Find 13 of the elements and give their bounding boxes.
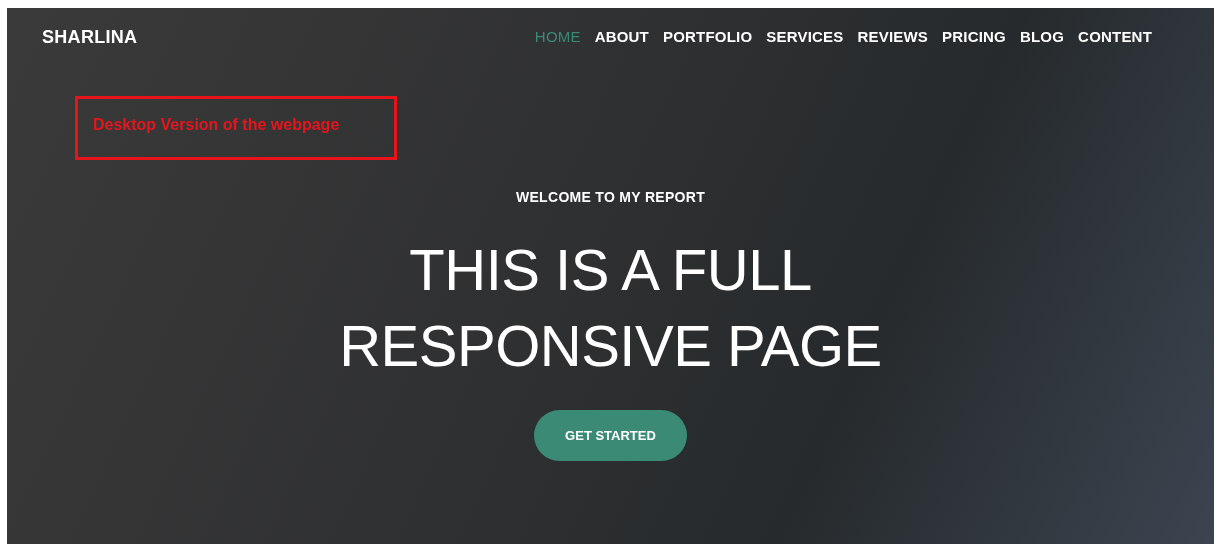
- get-started-button[interactable]: GET STARTED: [534, 410, 687, 461]
- nav-link[interactable]: SERVICES: [766, 26, 844, 49]
- hero-heading-line: RESPONSIVE PAGE: [339, 312, 882, 380]
- nav-link[interactable]: PORTFOLIO: [663, 26, 753, 49]
- nav-link[interactable]: REVIEWS: [857, 26, 929, 49]
- nav-link[interactable]: PRICING: [942, 26, 1006, 49]
- welcome-subtitle: WELCOME TO MY REPORT: [515, 188, 705, 207]
- nav-link[interactable]: BLOG: [1019, 26, 1065, 49]
- hero-heading-line: THIS IS A FULL: [409, 236, 812, 304]
- nav-link[interactable]: ABOUT: [594, 26, 649, 49]
- brand-logo[interactable]: SHARLINA: [42, 24, 138, 51]
- annotation-text: Desktop Version of the webpage: [93, 116, 340, 133]
- nav-link[interactable]: CONTENT: [1078, 26, 1152, 49]
